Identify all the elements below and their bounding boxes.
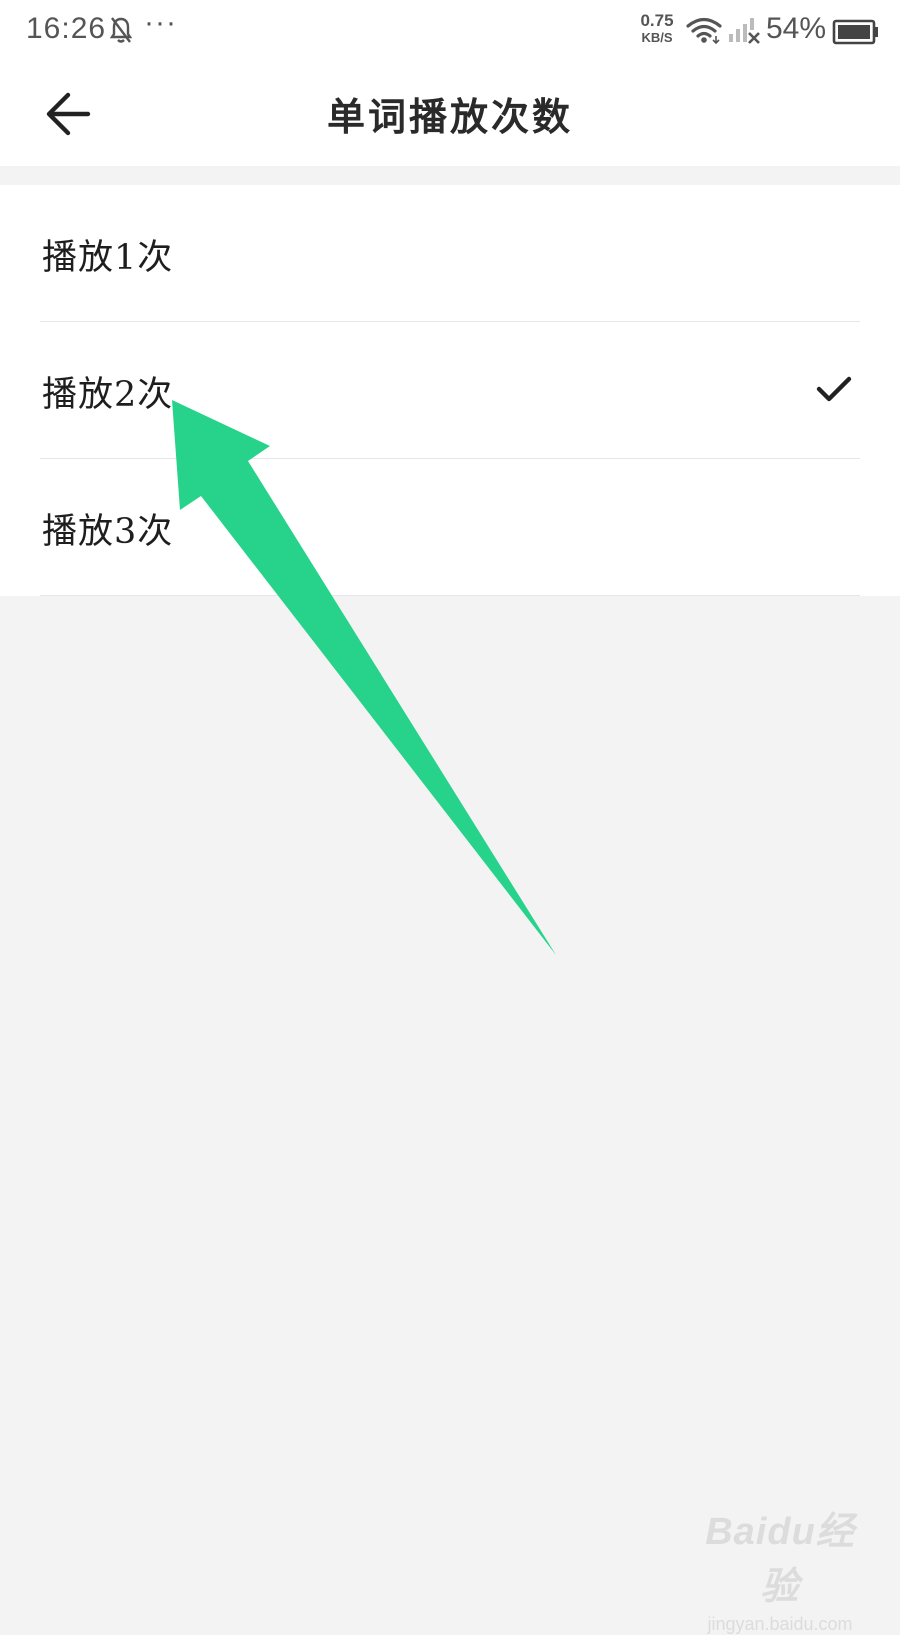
watermark: Baidu经验 jingyan.baidu.com [690,1500,870,1635]
app-bar: 单词播放次数 [0,62,900,166]
option-label: 播放2次 [42,375,174,415]
status-bar: 16:26 ··· 0.75 KB/S 54% [0,0,900,62]
bell-off-icon [109,16,133,48]
battery-icon [832,19,880,49]
network-speed-unit: KB/S [641,30,673,45]
no-signal-icon [728,16,762,48]
wifi-icon [686,16,722,48]
option-play-once[interactable]: 播放1次 [0,185,900,322]
page-title: 单词播放次数 [326,94,573,139]
battery-percent: 54% [766,12,827,45]
status-time: 16:26 [26,12,107,45]
play-count-options: 播放1次 播放2次 播放3次 [0,185,900,596]
network-speed-value: 0.75 [640,11,674,30]
divider [40,595,860,596]
option-play-twice[interactable]: 播放2次 [0,322,900,459]
option-label: 播放3次 [42,512,174,552]
network-speed: 0.75 KB/S [632,12,682,46]
watermark-url: jingyan.baidu.com [707,1614,853,1634]
option-label: 播放1次 [42,238,174,278]
more-notifications-icon: ··· [144,6,177,39]
watermark-brand: Baidu经验 [705,1511,855,1608]
check-icon [816,374,852,408]
option-play-three-times[interactable]: 播放3次 [0,459,900,596]
